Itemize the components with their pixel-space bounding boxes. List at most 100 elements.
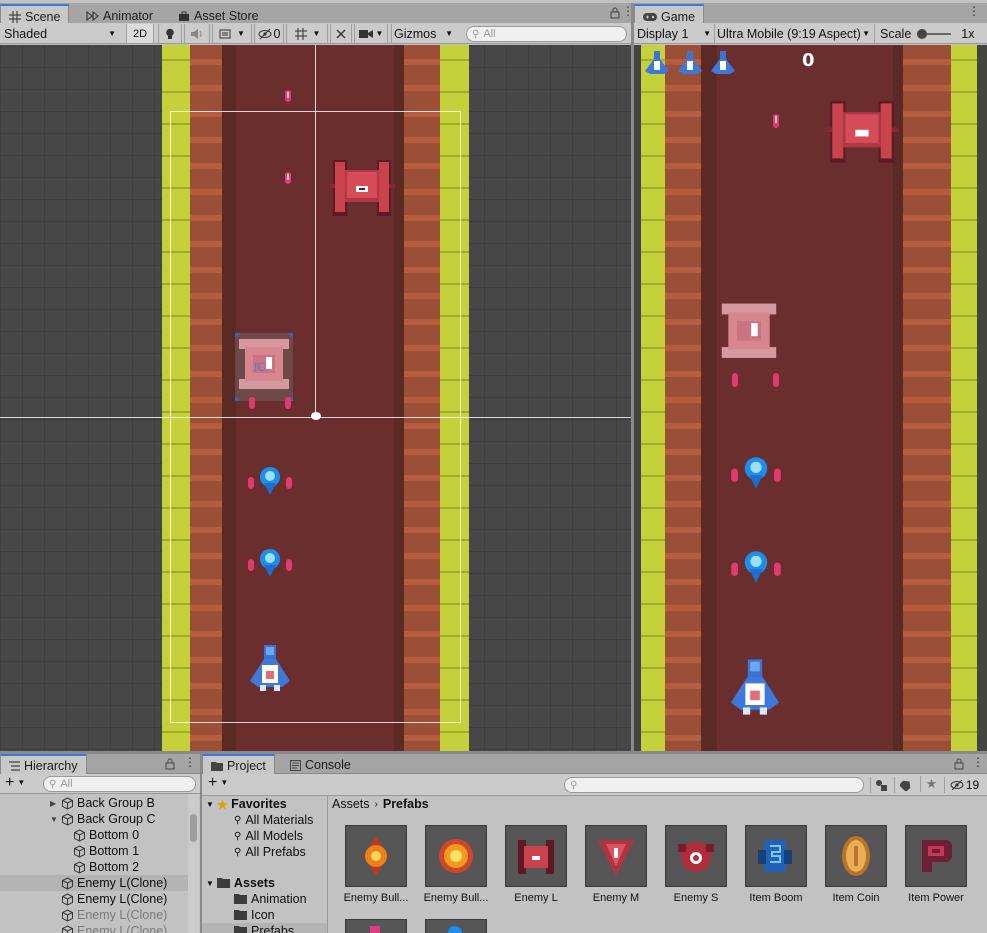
- hierarchy-list: ▶ Back Group B ▼ Back Group C Bottom 0 Bottom…: [0, 794, 188, 933]
- effects-dropdown[interactable]: ▼: [212, 24, 252, 43]
- favorite-all-materials[interactable]: ⚲ All Materials: [234, 812, 313, 828]
- hidden-packages-toggle[interactable]: 19: [944, 777, 984, 793]
- search-icon: ⚲: [234, 814, 242, 826]
- scene-panel-lock-icon[interactable]: [610, 7, 620, 19]
- project-search[interactable]: ⚲: [564, 777, 864, 793]
- enemy-bullet[interactable]: [248, 396, 256, 410]
- player-bullet-group[interactable]: [246, 547, 294, 579]
- hierarchy-item[interactable]: Bottom 0: [0, 827, 188, 843]
- asset-tile[interactable]: Item Power: [896, 825, 972, 904]
- grid-snap-dropdown[interactable]: ▼: [286, 24, 328, 43]
- tab-console[interactable]: Console: [282, 754, 359, 774]
- aspect-dropdown[interactable]: Ultra Mobile (9:19 Aspect) ▼: [714, 24, 872, 43]
- asset-tile[interactable]: Enemy Bull...: [416, 825, 492, 904]
- hierarchy-search[interactable]: ⚲: [43, 776, 196, 792]
- enemy-bullet[interactable]: [284, 171, 292, 185]
- mode-2d-toggle[interactable]: 2D: [126, 24, 154, 43]
- hierarchy-item[interactable]: ▶ Back Group B: [0, 795, 188, 811]
- display-dropdown[interactable]: Display 1 ▼: [637, 24, 713, 43]
- game-viewport[interactable]: 0: [634, 45, 987, 751]
- tab-animator[interactable]: Animator: [78, 5, 161, 25]
- scene-search-input[interactable]: [483, 28, 626, 40]
- tab-hierarchy[interactable]: Hierarchy: [0, 754, 87, 774]
- create-add-button[interactable]: + ▼: [5, 774, 25, 792]
- scene-viewport[interactable]: IC: [0, 45, 631, 751]
- breadcrumb-prefabs[interactable]: Prefabs: [383, 797, 429, 811]
- hierarchy-item[interactable]: Enemy L(Clone): [0, 875, 188, 891]
- lighting-toggle[interactable]: [158, 24, 182, 43]
- hierarchy-search-input[interactable]: [60, 778, 195, 790]
- favorite-star-icon[interactable]: ★: [920, 776, 942, 792]
- assets-folder-header[interactable]: ▼ Assets: [206, 875, 275, 891]
- tools-toggle[interactable]: [330, 24, 352, 43]
- project-folder-tree: ▼ ★ Favorites ⚲ All Materials ⚲ All Models…: [202, 796, 328, 933]
- scene-pivot-marker: [311, 412, 321, 420]
- enemy-bullet[interactable]: [284, 396, 292, 410]
- project-lock-icon[interactable]: [954, 758, 964, 770]
- camera-dropdown[interactable]: ▼: [354, 24, 388, 43]
- search-by-label-icon[interactable]: [894, 777, 916, 793]
- scale-slider[interactable]: [917, 28, 952, 40]
- hierarchy-menu-icon[interactable]: ⋮: [184, 755, 196, 769]
- hierarchy-item[interactable]: Enemy L(Clone): [0, 923, 188, 933]
- dropdown-arrow-icon: ▼: [220, 778, 229, 787]
- enemy-bullet[interactable]: [284, 89, 292, 103]
- tab-asset-store[interactable]: Asset Store: [170, 5, 267, 25]
- hidden-packages-count: 19: [965, 778, 980, 792]
- breadcrumb-assets[interactable]: Assets: [332, 797, 370, 811]
- life-icon: [709, 49, 737, 77]
- hierarchy-lock-icon[interactable]: [165, 758, 175, 770]
- tab-console-label: Console: [305, 758, 351, 772]
- scale-slider-handle[interactable]: [917, 28, 928, 39]
- favorites-header[interactable]: ▼ ★ Favorites: [206, 796, 287, 812]
- favorite-all-models[interactable]: ⚲ All Models: [234, 828, 303, 844]
- hierarchy-item[interactable]: Bottom 1: [0, 843, 188, 859]
- scene-search[interactable]: ⚲: [466, 26, 627, 42]
- gameobject-cube-icon: [61, 812, 74, 826]
- fold-down-icon[interactable]: ▼: [50, 815, 60, 824]
- folder-icon: [216, 878, 230, 888]
- folder-icon-assets[interactable]: Icon: [234, 907, 275, 923]
- hidden-objects-toggle[interactable]: 0: [254, 24, 284, 43]
- effects-icon: [219, 28, 233, 40]
- assets-label: Assets: [233, 876, 275, 890]
- asset-tile[interactable]: Enemy L: [496, 825, 572, 904]
- player-ship[interactable]: [246, 643, 294, 693]
- project-create-button[interactable]: + ▼: [208, 774, 228, 792]
- shading-mode-dropdown[interactable]: Shaded ▼: [4, 24, 120, 43]
- favorite-all-prefabs[interactable]: ⚲ All Prefabs: [234, 844, 306, 860]
- player-bullet-group[interactable]: [246, 465, 294, 497]
- project-search-input[interactable]: [581, 779, 863, 791]
- orange-bullet-icon: [345, 825, 407, 887]
- grid-icon: [9, 11, 21, 23]
- asset-tile[interactable]: Item Boom: [736, 825, 812, 904]
- asset-tile[interactable]: Enemy S: [656, 825, 732, 904]
- asset-thumb-partial[interactable]: [425, 919, 487, 933]
- game-panel-menu-icon[interactable]: ⋮: [968, 4, 980, 18]
- hierarchy-item[interactable]: Bottom 2: [0, 859, 188, 875]
- enemy-large-selected[interactable]: IC: [235, 333, 293, 401]
- asset-tile[interactable]: Item Coin: [816, 825, 892, 904]
- enemy-large-sprite[interactable]: [329, 158, 395, 218]
- tab-project[interactable]: Project: [202, 754, 275, 774]
- asset-thumb-partial[interactable]: [345, 919, 407, 933]
- audio-toggle[interactable]: [184, 24, 210, 43]
- star-icon: ★: [216, 797, 229, 812]
- folder-icon: [211, 761, 223, 771]
- asset-tile[interactable]: Enemy Bull...: [336, 825, 412, 904]
- hierarchy-item[interactable]: Enemy L(Clone): [0, 907, 188, 923]
- asset-tile[interactable]: Enemy M: [576, 825, 652, 904]
- power-item-icon: [905, 825, 967, 887]
- search-by-type-icon[interactable]: [870, 777, 890, 793]
- folder-label: Animation: [251, 892, 307, 906]
- folder-animation[interactable]: Animation: [234, 891, 307, 907]
- project-menu-icon[interactable]: ⋮: [972, 755, 984, 769]
- hierarchy-item[interactable]: ▼ Back Group C: [0, 811, 188, 827]
- gizmos-dropdown[interactable]: Gizmos ▼: [391, 24, 457, 43]
- hierarchy-item[interactable]: Enemy L(Clone): [0, 891, 188, 907]
- hierarchy-scrollbar[interactable]: [188, 794, 199, 933]
- hierarchy-scroll-thumb[interactable]: [190, 814, 197, 842]
- folder-prefabs[interactable]: Prefabs: [202, 923, 327, 933]
- fold-right-icon[interactable]: ▶: [50, 799, 60, 808]
- asset-label: Enemy S: [673, 892, 719, 904]
